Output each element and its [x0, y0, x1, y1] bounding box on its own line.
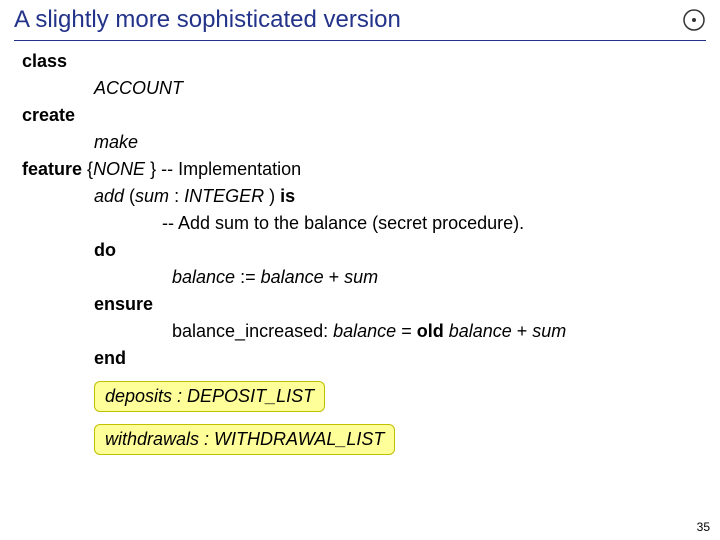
body-assign: :=: [235, 267, 261, 287]
chair-logo-icon: [682, 8, 706, 32]
add-type: INTEGER: [184, 186, 264, 206]
add-arg: sum: [135, 186, 169, 206]
kw-old: old: [417, 321, 444, 341]
body-bal1: balance: [172, 267, 235, 287]
body-plus: +: [324, 267, 345, 287]
add-close: ): [264, 186, 280, 206]
post-b2: balance: [449, 321, 512, 341]
page-number: 35: [697, 520, 710, 534]
withdrawals-decl: withdrawals : WITHDRAWAL_LIST: [94, 424, 395, 455]
post-sum: sum: [532, 321, 566, 341]
kw-is: is: [280, 186, 295, 206]
create-proc: make: [94, 132, 138, 152]
code-block: class ACCOUNT create make feature {NONE …: [0, 41, 720, 455]
slide-title: A slightly more sophisticated version: [14, 6, 401, 33]
body-bal2: balance: [261, 267, 324, 287]
feature-tail: } -- Implementation: [150, 159, 301, 179]
title-bar: A slightly more sophisticated version: [0, 0, 720, 38]
deposits-decl: deposits : DEPOSIT_LIST: [94, 381, 325, 412]
post-tag: balance_increased:: [172, 321, 333, 341]
add-comment: -- Add sum to the balance (secret proced…: [162, 213, 524, 233]
feature-none: NONE: [93, 159, 150, 179]
post-eq: =: [396, 321, 417, 341]
post-b1: balance: [333, 321, 396, 341]
kw-class: class: [22, 51, 67, 71]
class-name: ACCOUNT: [94, 78, 183, 98]
post-plus: +: [512, 321, 533, 341]
add-name: add: [94, 186, 124, 206]
kw-feature: feature: [22, 159, 82, 179]
add-colon: :: [169, 186, 184, 206]
kw-do: do: [94, 240, 116, 260]
body-sum: sum: [344, 267, 378, 287]
kw-create: create: [22, 105, 75, 125]
add-paren: (: [124, 186, 135, 206]
kw-end: end: [94, 348, 126, 368]
kw-ensure: ensure: [94, 294, 153, 314]
